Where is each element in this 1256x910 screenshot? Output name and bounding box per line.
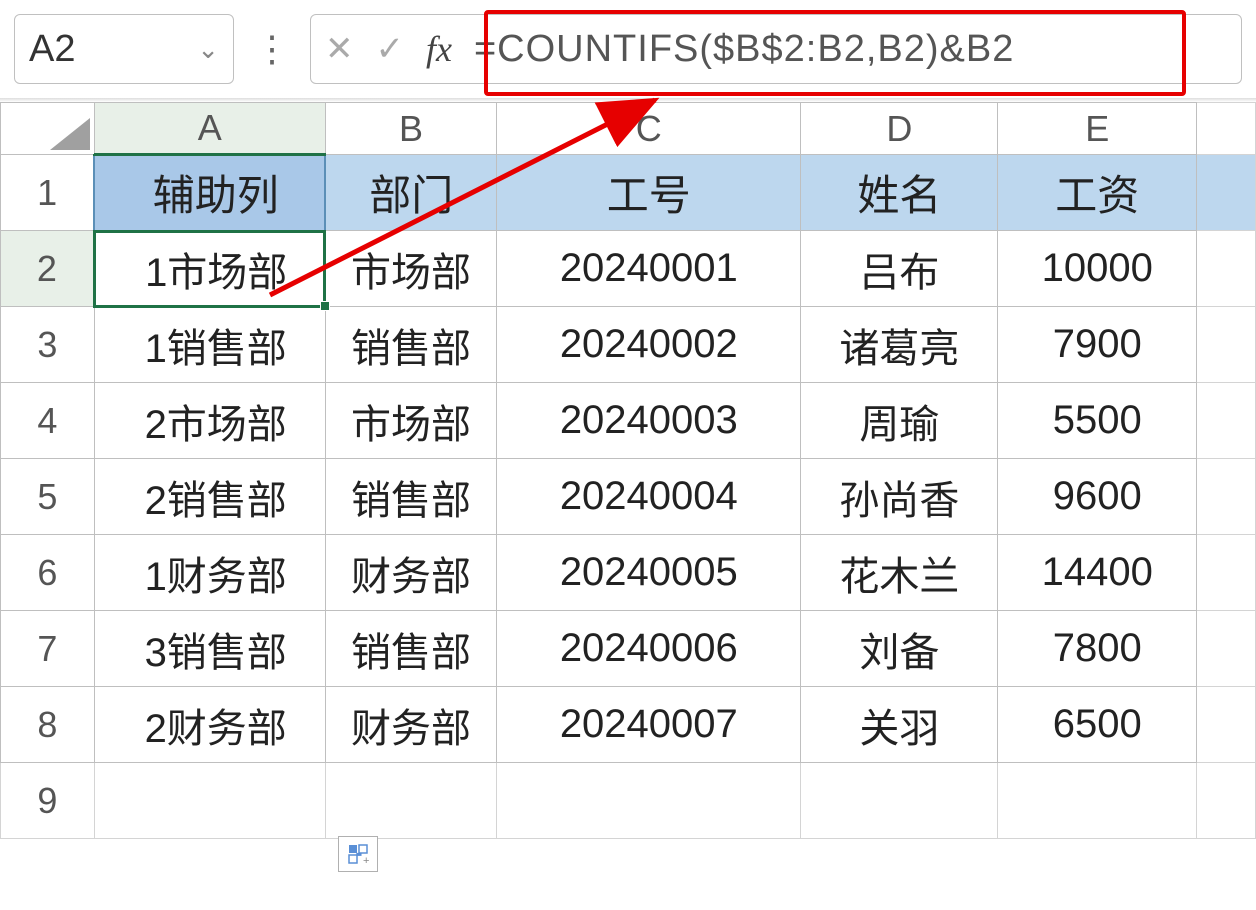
col-header-E[interactable]: E (998, 103, 1196, 155)
cell-B7[interactable]: 销售部 (325, 611, 497, 687)
row-header-5[interactable]: 5 (1, 459, 95, 535)
cell-D4[interactable]: 周瑜 (801, 383, 998, 459)
cell-C9[interactable] (497, 763, 801, 839)
cell-A5[interactable]: 2销售部 (94, 459, 325, 535)
cell-A6[interactable]: 1财务部 (94, 535, 325, 611)
col-header-F[interactable] (1196, 103, 1255, 155)
cell-F3[interactable] (1196, 307, 1255, 383)
cell-D5[interactable]: 孙尚香 (801, 459, 998, 535)
cell-B4[interactable]: 市场部 (325, 383, 497, 459)
chevron-down-icon[interactable]: ⌄ (197, 34, 219, 65)
cell-F6[interactable] (1196, 535, 1255, 611)
cell-F7[interactable] (1196, 611, 1255, 687)
svg-text:+: + (363, 855, 369, 866)
cell-E9[interactable] (998, 763, 1196, 839)
cell-C8[interactable]: 20240007 (497, 687, 801, 763)
fx-icon[interactable]: fx (426, 28, 452, 70)
cell-E4[interactable]: 5500 (998, 383, 1196, 459)
col-header-C[interactable]: C (497, 103, 801, 155)
name-box[interactable]: A2 ⌄ (14, 14, 234, 84)
row-header-4[interactable]: 4 (1, 383, 95, 459)
row-header-1[interactable]: 1 (1, 155, 95, 231)
cell-E2[interactable]: 10000 (998, 231, 1196, 307)
formula-bar[interactable]: ✕ ✓ fx =COUNTIFS($B$2:B2,B2)&B2 (310, 14, 1242, 84)
cell-A4[interactable]: 2市场部 (94, 383, 325, 459)
cell-A8[interactable]: 2财务部 (94, 687, 325, 763)
row-header-8[interactable]: 8 (1, 687, 95, 763)
row-header-9[interactable]: 9 (1, 763, 95, 839)
name-box-value: A2 (29, 28, 75, 71)
row-header-6[interactable]: 6 (1, 535, 95, 611)
cell-D6[interactable]: 花木兰 (801, 535, 998, 611)
cell-A7[interactable]: 3销售部 (94, 611, 325, 687)
cell-D3[interactable]: 诸葛亮 (801, 307, 998, 383)
cell-B1[interactable]: 部门 (325, 155, 497, 231)
cell-F4[interactable] (1196, 383, 1255, 459)
cell-B6[interactable]: 财务部 (325, 535, 497, 611)
cell-E3[interactable]: 7900 (998, 307, 1196, 383)
spreadsheet-grid[interactable]: A B C D E 1 辅助列 部门 工号 姓名 工资 2 1市场部 市场部 (0, 102, 1256, 839)
cell-C7[interactable]: 20240006 (497, 611, 801, 687)
cell-C3[interactable]: 20240002 (497, 307, 801, 383)
cell-B3[interactable]: 销售部 (325, 307, 497, 383)
cell-E1[interactable]: 工资 (998, 155, 1196, 231)
cell-C1[interactable]: 工号 (497, 155, 801, 231)
cell-D7[interactable]: 刘备 (801, 611, 998, 687)
cell-F5[interactable] (1196, 459, 1255, 535)
col-header-D[interactable]: D (801, 103, 998, 155)
cell-D2[interactable]: 吕布 (801, 231, 998, 307)
cell-A9[interactable] (94, 763, 325, 839)
row-header-7[interactable]: 7 (1, 611, 95, 687)
cell-D8[interactable]: 关羽 (801, 687, 998, 763)
cancel-icon[interactable]: ✕ (325, 29, 354, 69)
cell-F2[interactable] (1196, 231, 1255, 307)
cell-E5[interactable]: 9600 (998, 459, 1196, 535)
cell-F1[interactable] (1196, 155, 1255, 231)
cell-A2[interactable]: 1市场部 (94, 231, 325, 307)
cell-E7[interactable]: 7800 (998, 611, 1196, 687)
cell-C6[interactable]: 20240005 (497, 535, 801, 611)
cell-C2[interactable]: 20240001 (497, 231, 801, 307)
cell-F8[interactable] (1196, 687, 1255, 763)
menu-dots-icon[interactable]: ⋮ (250, 28, 294, 70)
cell-B8[interactable]: 财务部 (325, 687, 497, 763)
cell-B5[interactable]: 销售部 (325, 459, 497, 535)
col-header-B[interactable]: B (325, 103, 497, 155)
cell-F9[interactable] (1196, 763, 1255, 839)
row-header-3[interactable]: 3 (1, 307, 95, 383)
cell-E8[interactable]: 6500 (998, 687, 1196, 763)
fill-handle[interactable] (320, 301, 330, 311)
cell-C5[interactable]: 20240004 (497, 459, 801, 535)
select-all-corner[interactable] (1, 103, 95, 155)
formula-text[interactable]: =COUNTIFS($B$2:B2,B2)&B2 (474, 28, 1014, 71)
col-header-A[interactable]: A (94, 103, 325, 155)
cell-A3[interactable]: 1销售部 (94, 307, 325, 383)
autofill-options-button[interactable]: + (338, 836, 378, 872)
cell-B2[interactable]: 市场部 (325, 231, 497, 307)
cell-D9[interactable] (801, 763, 998, 839)
cell-C4[interactable]: 20240003 (497, 383, 801, 459)
cell-A1[interactable]: 辅助列 (94, 155, 325, 231)
cell-D1[interactable]: 姓名 (801, 155, 998, 231)
cell-E6[interactable]: 14400 (998, 535, 1196, 611)
accept-icon[interactable]: ✓ (376, 29, 405, 69)
cell-A2-value: 1市场部 (145, 251, 287, 295)
row-header-2[interactable]: 2 (1, 231, 95, 307)
cell-B9[interactable] (325, 763, 497, 839)
